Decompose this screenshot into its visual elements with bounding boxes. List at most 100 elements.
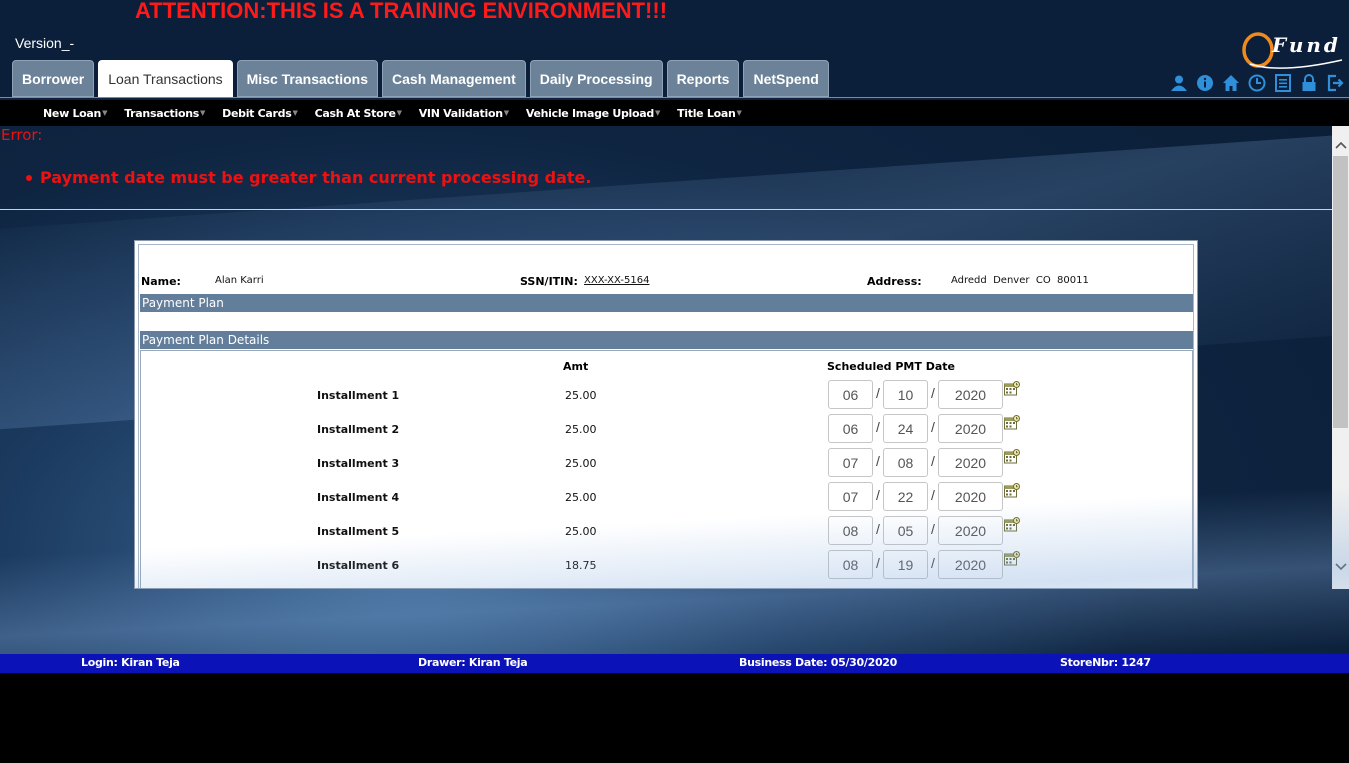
qfund-logo: Fund (1240, 30, 1344, 72)
payment-plan-header: Payment Plan (140, 294, 1193, 312)
tab-reports[interactable]: Reports (666, 60, 740, 97)
date-separator: / (876, 521, 880, 537)
chevron-down-icon: ▼ (200, 109, 206, 117)
version-label: Version_- (15, 35, 75, 51)
installment-amount: 18.75 (565, 559, 597, 572)
tab-cash-management[interactable]: Cash Management (382, 60, 526, 97)
date-month-input[interactable]: 06 (828, 414, 873, 443)
header: ATTENTION:THIS IS A TRAINING ENVIRONMENT… (0, 0, 1349, 98)
date-day-input[interactable]: 19 (883, 550, 928, 579)
installment-amount: 25.00 (565, 491, 597, 504)
error-divider (0, 209, 1333, 210)
date-month-input[interactable]: 08 (828, 516, 873, 545)
calendar-icon[interactable] (1004, 517, 1020, 533)
chevron-down-icon: ▼ (102, 109, 108, 117)
panel-frame: Name: Alan Karri SSN/ITIN: XXX-XX-5164 A… (138, 244, 1194, 588)
scroll-down-icon[interactable] (1332, 558, 1349, 575)
date-day-input[interactable]: 24 (883, 414, 928, 443)
date-separator: / (931, 385, 935, 401)
ssn-label: SSN/ITIN: (520, 275, 578, 288)
footer-drawer: Drawer: Kiran Teja (418, 656, 528, 669)
tab-borrower[interactable]: Borrower (12, 60, 95, 97)
installment-label: Installment 4 (317, 491, 400, 504)
footer-business-date: Business Date: 05/30/2020 (739, 656, 898, 669)
date-separator: / (931, 453, 935, 469)
date-year-input[interactable]: 2020 (938, 448, 1003, 477)
date-year-input[interactable]: 2020 (938, 550, 1003, 579)
date-separator: / (931, 487, 935, 503)
chevron-down-icon: ▼ (292, 109, 298, 117)
info-icon[interactable] (1196, 74, 1214, 92)
date-year-input[interactable]: 2020 (938, 380, 1003, 409)
footer-store-number: StoreNbr: 1247 (1060, 656, 1151, 669)
date-year-input[interactable]: 2020 (938, 482, 1003, 511)
status-footer: Login: Kiran Teja Drawer: Kiran Teja Bus… (0, 654, 1349, 673)
home-icon[interactable] (1222, 74, 1240, 92)
date-day-input[interactable]: 08 (883, 448, 928, 477)
date-separator: / (876, 419, 880, 435)
date-separator: / (876, 555, 880, 571)
subnav-debit-cards[interactable]: Debit Cards ▼ (222, 107, 298, 120)
date-day-input[interactable]: 10 (883, 380, 928, 409)
lock-icon[interactable] (1300, 74, 1318, 92)
date-separator: / (876, 385, 880, 401)
header-divider (0, 97, 1349, 98)
subnav-transactions[interactable]: Transactions ▼ (124, 107, 205, 120)
scrollbar-thumb[interactable] (1333, 156, 1348, 428)
list-icon[interactable] (1274, 74, 1292, 92)
tab-daily-processing[interactable]: Daily Processing (529, 60, 663, 97)
subnav-vin-validation[interactable]: VIN Validation ▼ (419, 107, 509, 120)
chevron-down-icon: ▼ (736, 109, 742, 117)
payment-plan-details-header: Payment Plan Details (140, 331, 1193, 349)
error-message-text: Payment date must be greater than curren… (40, 168, 592, 187)
customer-name: Alan Karri (215, 275, 264, 286)
bullet-icon (26, 174, 32, 181)
date-separator: / (876, 453, 880, 469)
calendar-icon[interactable] (1004, 381, 1020, 397)
main-tabs: Borrower Loan Transactions Misc Transact… (12, 60, 829, 97)
date-month-input[interactable]: 06 (828, 380, 873, 409)
utility-icons (1170, 74, 1344, 92)
clock-icon[interactable] (1248, 74, 1266, 92)
training-banner: ATTENTION:THIS IS A TRAINING ENVIRONMENT… (135, 0, 668, 23)
tab-loan-transactions[interactable]: Loan Transactions (98, 60, 233, 97)
tab-netspend[interactable]: NetSpend (743, 60, 829, 97)
date-month-input[interactable]: 07 (828, 448, 873, 477)
date-year-input[interactable]: 2020 (938, 414, 1003, 443)
subnav-cash-at-store[interactable]: Cash At Store ▼ (315, 107, 402, 120)
subnav-vehicle-image-upload[interactable]: Vehicle Image Upload ▼ (526, 107, 661, 120)
date-day-input[interactable]: 22 (883, 482, 928, 511)
date-separator: / (931, 419, 935, 435)
installment-amount: 25.00 (565, 423, 597, 436)
date-month-input[interactable]: 07 (828, 482, 873, 511)
subnav-new-loan[interactable]: New Loan ▼ (43, 107, 107, 120)
error-message: Payment date must be greater than curren… (26, 168, 591, 187)
installment-label: Installment 3 (317, 457, 400, 470)
calendar-icon[interactable] (1004, 551, 1020, 567)
name-label: Name: (141, 275, 181, 288)
footer-login: Login: Kiran Teja (81, 656, 180, 669)
customer-address: Adredd Denver CO 80011 (951, 275, 1089, 286)
scroll-up-icon[interactable] (1332, 136, 1349, 153)
details-table: Amt Scheduled PMT Date Installment 1 25.0… (140, 350, 1193, 588)
ssn-link[interactable]: XXX-XX-5164 (584, 275, 649, 286)
logo-text: Fund (1271, 33, 1341, 57)
installment-label: Installment 1 (317, 389, 400, 402)
address-label: Address: (867, 275, 922, 288)
date-year-input[interactable]: 2020 (938, 516, 1003, 545)
subnav-title-loan[interactable]: Title Loan ▼ (677, 107, 742, 120)
calendar-icon[interactable] (1004, 449, 1020, 465)
logout-icon[interactable] (1326, 74, 1344, 92)
chevron-down-icon: ▼ (503, 109, 509, 117)
installment-amount: 25.00 (565, 525, 597, 538)
app-background: ATTENTION:THIS IS A TRAINING ENVIRONMENT… (0, 0, 1349, 654)
tab-misc-transactions[interactable]: Misc Transactions (236, 60, 379, 97)
vertical-scrollbar[interactable] (1332, 126, 1349, 589)
date-day-input[interactable]: 05 (883, 516, 928, 545)
user-icon[interactable] (1170, 74, 1188, 92)
calendar-icon[interactable] (1004, 415, 1020, 431)
date-month-input[interactable]: 08 (828, 550, 873, 579)
installment-amount: 25.00 (565, 457, 597, 470)
calendar-icon[interactable] (1004, 483, 1020, 499)
installment-label: Installment 5 (317, 525, 400, 538)
